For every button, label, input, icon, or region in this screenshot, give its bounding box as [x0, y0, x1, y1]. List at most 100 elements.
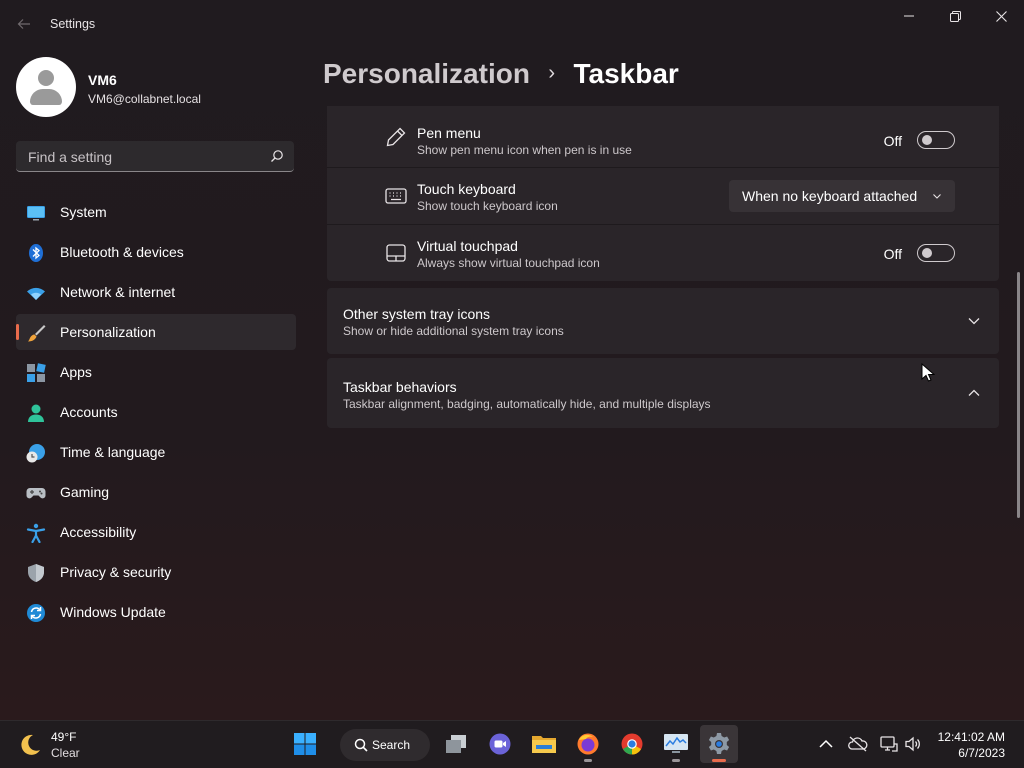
sidebar-item-label: Bluetooth & devices	[60, 244, 184, 260]
apps-icon	[27, 363, 46, 382]
virtual-touchpad-title: Virtual touchpad	[417, 238, 518, 254]
taskbar-behaviors-card[interactable]: Taskbar behaviors Taskbar alignment, bad…	[327, 358, 999, 428]
touch-keyboard-dropdown[interactable]: When no keyboard attached	[729, 180, 955, 212]
teams-chat-button[interactable]	[485, 729, 515, 759]
sidebar-item-label: Network & internet	[60, 284, 176, 300]
virtual-touchpad-row: Virtual touchpad Always show virtual tou…	[327, 224, 999, 281]
sidebar-item-label: Accessibility	[60, 524, 137, 540]
sidebar-item-accessibility[interactable]: Accessibility	[16, 514, 296, 550]
settings-icon	[708, 733, 730, 754]
dropdown-selected-value: When no keyboard attached	[742, 188, 918, 204]
resource-monitor-icon	[664, 734, 688, 753]
pen-menu-description: Show pen menu icon when pen is in use	[417, 143, 632, 157]
start-icon	[294, 733, 316, 755]
app-title: Settings	[50, 17, 96, 31]
network-icon[interactable]	[880, 735, 898, 753]
teams-chat-icon	[489, 733, 511, 755]
content-scrollbar[interactable]	[1017, 272, 1020, 518]
virtual-touchpad-toggle[interactable]	[917, 244, 955, 262]
weather-condition: Clear	[51, 746, 80, 760]
virtual-touchpad-description: Always show virtual touchpad icon	[417, 256, 600, 270]
resource-monitor-button[interactable]	[661, 729, 691, 762]
mouse-cursor-icon	[921, 363, 935, 382]
sidebar-item-accounts[interactable]: Accounts	[16, 394, 296, 430]
user-profile[interactable]: VM6 VM6@collabnet.local	[16, 57, 296, 117]
page-title: Taskbar	[573, 58, 679, 89]
pen-icon	[386, 127, 406, 147]
sidebar-item-label: Apps	[60, 364, 92, 380]
accessibility-icon	[26, 523, 46, 543]
person-icon	[28, 404, 44, 422]
search-icon	[271, 150, 283, 162]
chevron-down-icon	[968, 318, 980, 325]
sidebar-item-label: Time & language	[60, 444, 166, 460]
other-tray-icons-title: Other system tray icons	[343, 306, 491, 322]
sidebar-item-windows-update[interactable]: Windows Update	[16, 594, 296, 630]
bluetooth-icon	[29, 244, 43, 262]
sidebar-item-gaming[interactable]: Gaming	[16, 474, 296, 510]
close-icon	[995, 10, 1007, 22]
breadcrumb-separator-icon: ›	[548, 62, 556, 84]
chevron-up-icon[interactable]	[817, 735, 835, 753]
update-icon	[27, 604, 45, 622]
touch-keyboard-title: Touch keyboard	[417, 181, 516, 197]
firefox-button[interactable]	[573, 729, 603, 762]
start-button[interactable]	[290, 729, 320, 759]
pen-menu-state-label: Off	[883, 133, 902, 149]
gamepad-icon	[26, 488, 46, 499]
touch-keyboard-description: Show touch keyboard icon	[417, 199, 558, 213]
chrome-button[interactable]	[617, 729, 647, 759]
taskbar-behaviors-title: Taskbar behaviors	[343, 379, 457, 395]
onedrive-offline-icon[interactable]	[848, 735, 868, 753]
other-system-tray-icons-card[interactable]: Other system tray icons Show or hide add…	[327, 288, 999, 354]
sidebar-item-system[interactable]: System	[16, 194, 296, 230]
user-email: VM6@collabnet.local	[88, 92, 201, 106]
sidebar-item-label: Accounts	[60, 404, 118, 420]
minimize-button[interactable]	[886, 0, 932, 32]
close-button[interactable]	[978, 0, 1024, 32]
sidebar-item-network[interactable]: Network & internet	[16, 274, 296, 310]
settings-search-box[interactable]	[16, 141, 294, 172]
shield-icon	[28, 564, 44, 582]
maximize-button[interactable]	[932, 0, 978, 32]
breadcrumb-parent[interactable]: Personalization	[323, 58, 530, 89]
sidebar-item-personalization[interactable]: Personalization	[16, 314, 296, 350]
search-icon	[354, 738, 368, 752]
pen-menu-toggle[interactable]	[917, 131, 955, 149]
search-input[interactable]	[26, 147, 260, 167]
sidebar-item-privacy-security[interactable]: Privacy & security	[16, 554, 296, 590]
windows-taskbar: 49°F Clear Search 12:41:02 AM 6/7/2023	[0, 720, 1024, 768]
back-button[interactable]	[10, 12, 38, 36]
firefox-icon	[577, 733, 599, 755]
touch-keyboard-row: Touch keyboard Show touch keyboard icon …	[327, 167, 999, 224]
settings-taskbar-button[interactable]	[700, 725, 738, 763]
other-tray-icons-description: Show or hide additional system tray icon…	[343, 324, 564, 338]
task-view-icon	[446, 735, 466, 753]
sidebar-item-label: Windows Update	[60, 604, 166, 620]
moon-icon	[21, 734, 40, 755]
system-tray-icons-group: Pen menu Show pen menu icon when pen is …	[327, 106, 999, 281]
task-view-button[interactable]	[441, 729, 471, 759]
sidebar-item-time-language[interactable]: Time & language	[16, 434, 296, 470]
volume-icon[interactable]	[904, 735, 922, 753]
sidebar-item-bluetooth[interactable]: Bluetooth & devices	[16, 234, 296, 270]
title-bar: Settings	[0, 0, 1024, 48]
chrome-icon	[621, 733, 643, 755]
brush-icon	[28, 325, 46, 342]
taskbar-search-button[interactable]: Search	[340, 729, 430, 761]
sidebar-item-label: System	[60, 204, 107, 220]
wifi-icon	[27, 287, 45, 300]
globe-clock-icon	[26, 444, 45, 463]
clock-date: 6/7/2023	[958, 746, 1005, 760]
file-explorer-button[interactable]	[529, 729, 559, 759]
sidebar-nav: System Bluetooth & devices Network & int…	[16, 194, 296, 634]
maximize-icon	[949, 10, 961, 22]
avatar	[16, 57, 76, 117]
settings-content: Pen menu Show pen menu icon when pen is …	[327, 106, 999, 428]
arrow-left-icon	[17, 19, 30, 29]
sidebar-item-apps[interactable]: Apps	[16, 354, 296, 390]
sidebar-item-label: Personalization	[60, 324, 156, 340]
user-name: VM6	[88, 72, 117, 88]
breadcrumb: Personalization › Taskbar	[323, 58, 679, 98]
weather-temperature: 49°F	[51, 730, 77, 744]
